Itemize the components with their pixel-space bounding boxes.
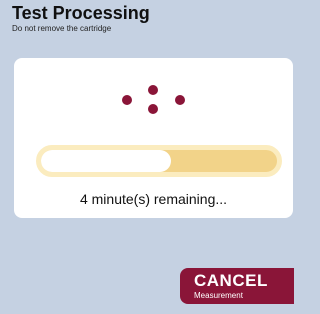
spinner-dot-left	[122, 95, 132, 105]
progress-bar	[36, 145, 282, 177]
cancel-button-sublabel: Measurement	[194, 291, 243, 300]
page-header: Test Processing Do not remove the cartri…	[12, 2, 284, 34]
page-title: Test Processing	[12, 3, 150, 23]
time-remaining-text: 4 minute(s) remaining...	[79, 191, 228, 207]
cancel-button-label: CANCEL	[194, 271, 268, 290]
spinner-dot-top	[148, 85, 158, 95]
spinner-dot-right	[175, 95, 185, 105]
spinner-dot-bottom	[148, 104, 158, 114]
status-card: 4 minute(s) remaining...	[14, 58, 293, 218]
progress-bar-fill	[41, 150, 171, 172]
page-subtitle: Do not remove the cartridge	[12, 24, 112, 33]
cancel-measurement-button[interactable]: CANCEL Measurement	[180, 268, 294, 304]
